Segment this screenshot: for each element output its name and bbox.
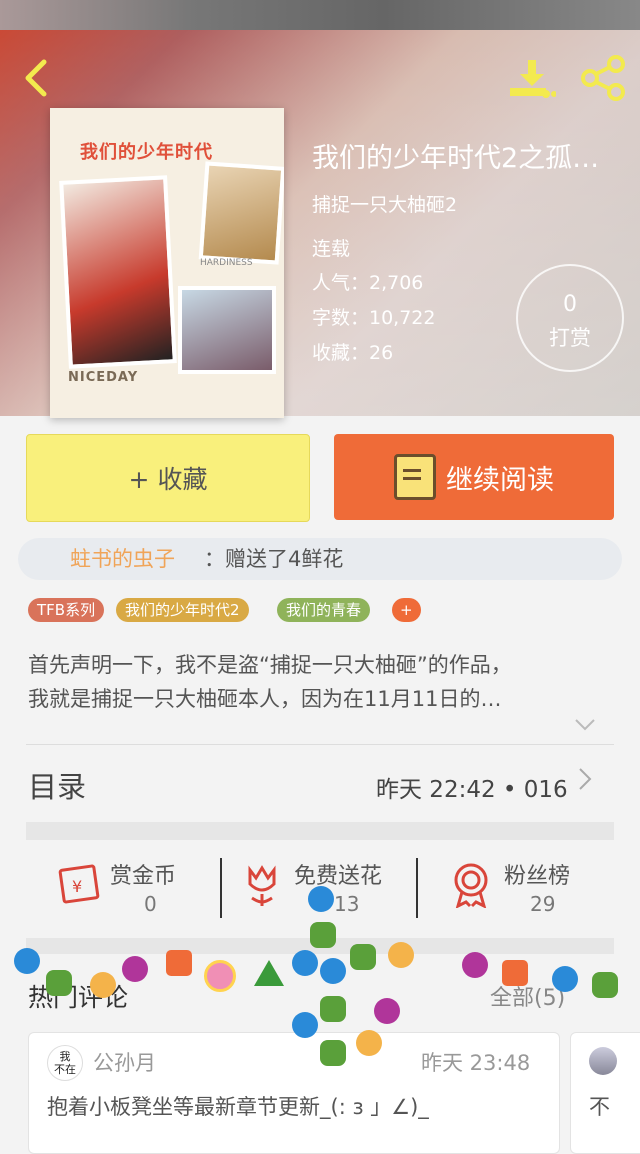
sticker-block-icon <box>166 950 192 976</box>
send-flower-label: 免费送花 <box>294 864 383 889</box>
sticker-block-icon <box>502 960 528 986</box>
avatar[interactable]: 我 不在 <box>47 1045 83 1081</box>
sticker-flower-icon <box>388 942 414 968</box>
sticker-badge-icon <box>462 952 488 978</box>
toc-arrow-button[interactable] <box>578 766 592 799</box>
fan-rank-label: 粉丝榜 <box>504 864 571 889</box>
download-icon <box>510 60 557 98</box>
reward-coin-label: 赏金币 <box>110 864 177 889</box>
rosette-icon <box>454 863 488 908</box>
share-button[interactable] <box>580 54 628 102</box>
sticker-face-icon <box>292 950 318 976</box>
comment-author[interactable]: 公孙月 <box>93 1047 156 1077</box>
book-status: 连载 <box>312 238 351 260</box>
fan-rank-count: 29 <box>530 892 556 916</box>
comment-card[interactable]: 我 不在 公孙月 昨天 23:48 抱着小板凳坐等最新章节更新_(: ɜ 」∠)… <box>28 1032 560 1154</box>
add-favorite-button[interactable]: + 收藏 <box>26 434 310 522</box>
book-description[interactable]: 首先声明一下，我不是盗“捕捉一只大柚砸”的作品， 我就是捕捉一只大柚砸本人，因为… <box>28 648 598 716</box>
comment-text: 不 <box>589 1095 610 1119</box>
sticker-badge-icon <box>122 956 148 982</box>
book-title: 我们的少年时代2之孤… <box>312 143 600 174</box>
avatar[interactable] <box>589 1047 617 1075</box>
sticker-face-icon <box>14 948 40 974</box>
comment-text: 抱着小板凳坐等最新章节更新_(: ɜ 」∠)_ <box>47 1095 429 1119</box>
gift-text: ：赠送了4鲜花 <box>204 547 344 571</box>
section-gap <box>26 822 614 840</box>
chevron-down-icon <box>575 719 595 731</box>
cover-photo <box>198 161 284 265</box>
sticker-face-icon <box>552 966 578 992</box>
cover-caption: NICEDAY <box>68 370 139 385</box>
continue-reading-button[interactable]: 继续阅读 <box>334 434 614 520</box>
gift-notice: 蛀书的虫子 ：赠送了4鲜花 <box>18 538 622 580</box>
svg-text:¥: ¥ <box>72 877 82 896</box>
cover-stamp: HARDINESS <box>200 258 253 268</box>
tag[interactable]: 我们的少年时代2 <box>116 598 249 622</box>
share-icon <box>581 55 625 101</box>
coin-envelope-icon: ¥ <box>58 864 100 904</box>
description-line: 首先声明一下，我不是盗“捕捉一只大柚砸”的作品， <box>28 653 512 677</box>
toc-latest-update[interactable]: 昨天 22:42 • 016 <box>376 770 568 804</box>
sticker-face-icon <box>308 886 334 912</box>
sticker-face-icon <box>292 1012 318 1038</box>
tip-count: 0 <box>563 292 577 317</box>
download-button[interactable] <box>508 58 557 100</box>
divider <box>416 858 418 918</box>
sticker-flower-icon <box>356 1030 382 1056</box>
sticker-triangle-icon <box>254 960 284 986</box>
tag[interactable]: TFB系列 <box>28 598 105 622</box>
book-favorites: 收藏：26 <box>312 342 394 364</box>
status-bar <box>0 0 640 30</box>
gift-user[interactable]: 蛀书的虫子 <box>70 538 175 580</box>
divider <box>26 744 614 745</box>
sticker-star-icon <box>320 996 346 1022</box>
description-line: 我就是捕捉一只大柚砸本人，因为在11月11日的… <box>28 687 502 711</box>
book-word-count: 字数：10,722 <box>312 307 436 329</box>
sticker-star-icon <box>350 944 376 970</box>
cover-title: 我们的少年时代 <box>80 142 213 163</box>
send-flower-count: 13 <box>334 892 360 916</box>
sticker-star-icon <box>46 970 72 996</box>
sticker-badge-icon <box>374 998 400 1024</box>
reward-coin-count: 0 <box>144 892 157 916</box>
sticker-donut-icon <box>204 960 236 992</box>
avatar-text: 我 不在 <box>54 1050 76 1076</box>
fan-rank-button[interactable]: 粉丝榜 29 <box>450 852 600 924</box>
add-favorite-label: + 收藏 <box>128 465 208 494</box>
add-tag-button[interactable]: + <box>392 598 421 622</box>
continue-reading-label: 继续阅读 <box>446 464 554 496</box>
comment-time: 昨天 23:48 <box>421 1051 531 1075</box>
tip-label: 打赏 <box>549 326 591 350</box>
book-popularity: 人气：2,706 <box>312 272 424 294</box>
cover-photo <box>59 175 177 369</box>
tip-button[interactable]: 0 打赏 <box>516 264 624 372</box>
chevron-right-icon <box>579 768 592 790</box>
chevron-left-icon <box>25 59 47 97</box>
sticker-star-icon <box>592 972 618 998</box>
expand-description-button[interactable] <box>574 716 596 737</box>
sticker-star-icon <box>320 1040 346 1066</box>
tag[interactable]: 我们的青春 <box>277 598 371 622</box>
sticker-star-icon <box>310 922 336 948</box>
divider <box>220 858 222 918</box>
book-cover[interactable]: 我们的少年时代 HARDINESS NICEDAY <box>50 108 284 418</box>
flower-icon <box>248 865 276 906</box>
book-icon <box>394 454 436 500</box>
reward-coin-button[interactable]: ¥ 赏金币 0 <box>54 852 214 924</box>
sticker-face-icon <box>320 958 346 984</box>
sticker-flower-icon <box>90 972 116 998</box>
back-button[interactable] <box>18 56 54 100</box>
cover-photo <box>178 286 276 374</box>
toc-label[interactable]: 目录 <box>28 764 86 806</box>
comment-card[interactable]: 不 <box>570 1032 640 1154</box>
book-author[interactable]: 捕捉一只大柚砸2 <box>312 190 457 217</box>
